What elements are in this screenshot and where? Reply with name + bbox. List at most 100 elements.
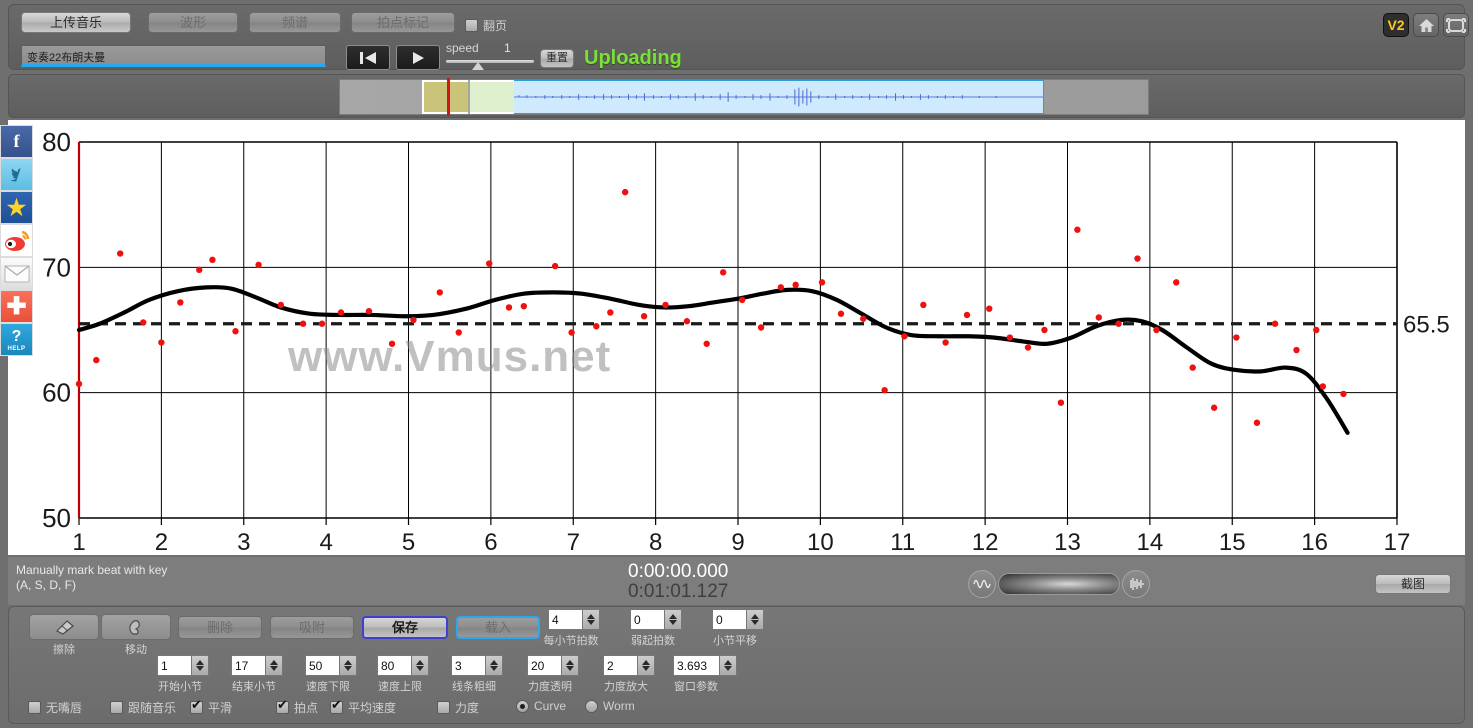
- more-share-icon[interactable]: ✚: [0, 290, 33, 323]
- spinner-stepper-dyn-zoom[interactable]: [637, 655, 655, 676]
- spinner-stepper-beats-per-bar[interactable]: [582, 609, 600, 630]
- speed-slider[interactable]: speed 1: [446, 41, 534, 71]
- beat-point[interactable]: [1057, 399, 1065, 406]
- checkbox-box[interactable]: [276, 698, 289, 714]
- checkbox-box[interactable]: [437, 701, 450, 714]
- beat-point[interactable]: [551, 262, 559, 270]
- beat-point[interactable]: [1006, 334, 1014, 341]
- fullscreen-icon[interactable]: [1443, 13, 1469, 37]
- chevron-up-icon[interactable]: [642, 660, 650, 665]
- beat-point[interactable]: [1210, 404, 1218, 411]
- beat-point[interactable]: [719, 269, 727, 276]
- beat-point[interactable]: [818, 279, 826, 286]
- beat-mark-button[interactable]: 拍点标记: [351, 12, 455, 33]
- checkbox-smooth[interactable]: 平滑: [190, 698, 232, 716]
- beat-point[interactable]: [255, 261, 262, 269]
- radio-worm[interactable]: Worm: [585, 699, 635, 713]
- timeline-selection[interactable]: [488, 80, 1044, 114]
- load-button[interactable]: 载入: [456, 616, 540, 639]
- checkbox-box[interactable]: [330, 698, 343, 714]
- beat-point[interactable]: [177, 299, 184, 306]
- eraser-tool-button[interactable]: [29, 614, 99, 640]
- delete-button[interactable]: 删除: [178, 616, 262, 639]
- beat-point[interactable]: [621, 188, 629, 196]
- beat-point[interactable]: [436, 289, 444, 296]
- spinner-value-speed-min[interactable]: 50: [305, 655, 339, 676]
- beat-point[interactable]: [757, 324, 765, 331]
- spinner-value-line-width[interactable]: 3: [451, 655, 485, 676]
- spinner-value-pickup-beats[interactable]: 0: [630, 609, 664, 630]
- beat-point[interactable]: [881, 386, 888, 394]
- beat-point[interactable]: [299, 320, 307, 327]
- beat-point[interactable]: [277, 301, 285, 309]
- beat-point[interactable]: [1253, 419, 1261, 426]
- chevron-down-icon[interactable]: [490, 666, 498, 671]
- spinner-speed-min[interactable]: 50: [305, 655, 357, 676]
- beat-point[interactable]: [1189, 364, 1196, 371]
- email-icon[interactable]: [0, 257, 33, 290]
- beat-point[interactable]: [1313, 326, 1320, 334]
- waveform-button[interactable]: 波形: [148, 12, 238, 33]
- spinner-stepper-end-bar[interactable]: [265, 655, 283, 676]
- chevron-down-icon[interactable]: [587, 620, 595, 625]
- spinner-value-end-bar[interactable]: 17: [231, 655, 265, 676]
- twitter-icon[interactable]: [0, 158, 33, 191]
- timeline-playhead[interactable]: [447, 78, 450, 116]
- spinner-stepper-start-bar[interactable]: [191, 655, 209, 676]
- spinner-value-speed-max[interactable]: 80: [377, 655, 411, 676]
- help-icon[interactable]: ? HELP: [0, 323, 33, 356]
- beat-point[interactable]: [318, 320, 326, 327]
- beat-point[interactable]: [1271, 320, 1279, 327]
- checkbox-dynamics[interactable]: 力度: [437, 699, 479, 716]
- tempo-chart-panel[interactable]: 1 2 3 4 5 6 7 8 9 10 11 12 13 14 15 16 17 50 60 70 80 65.5 ww…: [8, 120, 1465, 555]
- spinner-speed-max[interactable]: 80: [377, 655, 429, 676]
- chevron-down-icon[interactable]: [669, 620, 677, 625]
- reset-button[interactable]: 重置: [540, 49, 574, 68]
- radio-dot[interactable]: [585, 699, 598, 713]
- song-title-input[interactable]: 变奏22布朗夫曼: [21, 45, 326, 67]
- chevron-down-icon[interactable]: [751, 620, 759, 625]
- chevron-up-icon[interactable]: [669, 614, 677, 619]
- beat-point[interactable]: [520, 302, 528, 310]
- spinner-dyn-zoom[interactable]: 2: [603, 655, 655, 676]
- beat-point[interactable]: [232, 328, 239, 335]
- save-button[interactable]: 保存: [362, 616, 448, 639]
- weibo-icon[interactable]: [0, 224, 33, 257]
- beat-point[interactable]: [703, 340, 710, 347]
- screenshot-button[interactable]: 截图: [1375, 574, 1451, 594]
- checkbox-follow-music[interactable]: 跟随音乐: [110, 699, 176, 716]
- chevron-down-icon[interactable]: [642, 666, 650, 671]
- chevron-down-icon[interactable]: [196, 666, 204, 671]
- spinner-stepper-speed-max[interactable]: [411, 655, 429, 676]
- beat-point[interactable]: [1074, 226, 1081, 233]
- speed-thumb[interactable]: [472, 62, 484, 70]
- spinner-value-dyn-alpha[interactable]: 20: [527, 655, 561, 676]
- chevron-up-icon[interactable]: [416, 660, 424, 665]
- beat-point[interactable]: [410, 316, 417, 324]
- spinner-stepper-bar-shift[interactable]: [746, 609, 764, 630]
- spinner-bar-shift[interactable]: 0: [712, 609, 764, 630]
- beat-point[interactable]: [337, 309, 345, 316]
- timeline-strip[interactable]: [339, 78, 1149, 116]
- chevron-up-icon[interactable]: [270, 660, 278, 665]
- beat-point[interactable]: [792, 281, 799, 289]
- spinner-stepper-line-width[interactable]: [485, 655, 503, 676]
- checkbox-average-speed[interactable]: 平均速度: [330, 698, 396, 716]
- spinner-pickup-beats[interactable]: 0: [630, 609, 682, 630]
- beat-point[interactable]: [196, 266, 203, 274]
- beat-point[interactable]: [777, 284, 785, 291]
- qzone-star-icon[interactable]: ★: [0, 191, 33, 224]
- spectrum-button[interactable]: 频谱: [249, 12, 341, 33]
- spinner-value-beats-per-bar[interactable]: 4: [548, 609, 582, 630]
- beat-point[interactable]: [738, 296, 746, 304]
- radio-curve[interactable]: Curve: [516, 699, 566, 713]
- checkbox-box[interactable]: [28, 701, 41, 714]
- beat-point[interactable]: [505, 304, 513, 311]
- beat-point[interactable]: [986, 305, 993, 312]
- chevron-down-icon[interactable]: [724, 666, 732, 671]
- beat-point[interactable]: [75, 380, 83, 388]
- chevron-up-icon[interactable]: [344, 660, 352, 665]
- chevron-down-icon[interactable]: [566, 666, 574, 671]
- spinner-stepper-pickup-beats[interactable]: [664, 609, 682, 630]
- beat-point[interactable]: [93, 356, 100, 364]
